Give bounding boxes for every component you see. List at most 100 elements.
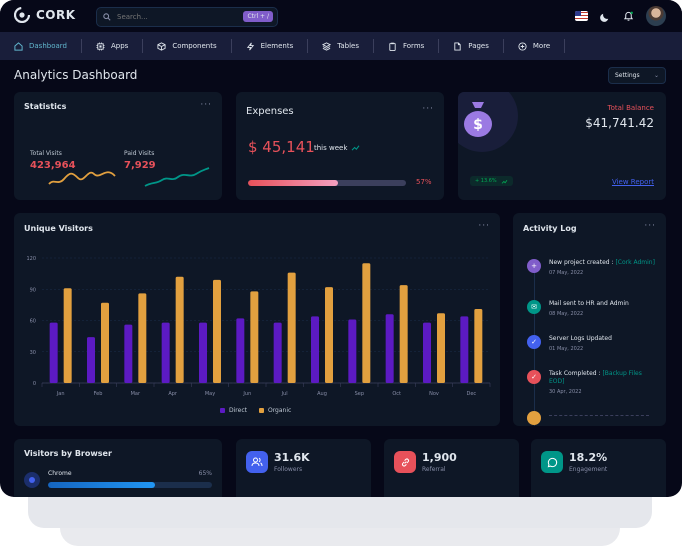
bar-organic-dec xyxy=(474,309,483,383)
followers-card: 31.6K Followers xyxy=(236,439,371,497)
activity-date: 07 May, 2022 xyxy=(549,270,584,276)
more-options-icon[interactable]: ··· xyxy=(422,104,434,114)
settings-label: Settings xyxy=(615,72,640,79)
total-visits-label: Total Visits xyxy=(30,150,62,157)
bar-direct-apr xyxy=(161,322,170,383)
y-tick-label: 90 xyxy=(30,287,36,293)
activity-highlight: [Cork Admin] xyxy=(615,259,655,266)
nav-item-label: More xyxy=(532,42,551,50)
x-tick-label: Sep xyxy=(355,391,364,397)
activity-title-truncated xyxy=(549,415,649,417)
nav-item-dashboard[interactable]: Dashboard xyxy=(0,39,82,53)
bar-organic-apr xyxy=(175,276,184,383)
activity-title: New project created : xyxy=(549,259,614,266)
activity-date: 30 Apr, 2022 xyxy=(549,389,582,395)
users-icon xyxy=(246,451,268,473)
cpu-icon xyxy=(96,41,105,51)
x-tick-label: Jan xyxy=(56,391,65,397)
bar-direct-feb xyxy=(87,337,95,383)
check-icon: ✓ xyxy=(527,370,541,384)
unique-visitors-chart: 0 30 60 90 120 Jan Feb Mar Apr May Jun Jul Aug Sep Oct… xyxy=(26,256,491,397)
nav-item-tables[interactable]: Tables xyxy=(308,39,374,53)
search-icon xyxy=(103,13,111,21)
legend-item-organic[interactable]: Organic xyxy=(258,407,292,414)
link-icon xyxy=(394,451,416,473)
x-tick-label: Nov xyxy=(429,391,439,397)
bar-direct-mar xyxy=(124,324,133,383)
nav-item-pages[interactable]: Pages xyxy=(439,39,504,53)
x-tick-label: Apr xyxy=(168,391,178,397)
settings-dropdown[interactable]: Settings ⌄ xyxy=(608,67,666,84)
bar-direct-jan xyxy=(49,322,58,383)
x-tick-label: Oct xyxy=(392,391,401,397)
bar-organic-jul xyxy=(287,272,296,383)
mail-icon: ✉ xyxy=(527,300,541,314)
referral-label: Referral xyxy=(422,466,446,473)
search-box[interactable]: Ctrl + / xyxy=(96,7,278,27)
browser-progress-track xyxy=(48,482,212,488)
legend-item-direct[interactable]: Direct xyxy=(220,407,247,414)
top-bar: CORK Ctrl + / xyxy=(0,0,682,32)
total-visits-sparkline xyxy=(48,171,116,185)
clipboard-icon xyxy=(389,42,396,51)
expenses-progress-label: 57% xyxy=(416,178,432,186)
app-name: CORK xyxy=(36,8,76,22)
dark-mode-moon-icon[interactable] xyxy=(600,11,611,22)
y-tick-label: 120 xyxy=(26,256,36,262)
x-tick-label: May xyxy=(205,391,215,397)
trending-up-icon xyxy=(501,179,507,184)
card-title: Activity Log xyxy=(523,224,577,233)
referral-card: 1,900 Referral xyxy=(384,439,519,497)
nav-item-elements[interactable]: Elements xyxy=(232,39,309,53)
referral-value: 1,900 xyxy=(422,451,457,464)
bar-organic-mar xyxy=(138,293,147,383)
svg-text:$: $ xyxy=(473,117,483,133)
top-right-actions xyxy=(575,6,666,26)
nav-item-label: Pages xyxy=(468,42,489,50)
activity-title: Task Completed : xyxy=(549,370,601,377)
engagement-label: Engagement xyxy=(569,466,608,473)
bar-direct-sep xyxy=(348,319,357,383)
y-tick-label: 60 xyxy=(30,319,36,325)
x-tick-label: Dec xyxy=(466,391,476,397)
x-tick-label: Mar xyxy=(131,391,141,397)
y-tick-label: 30 xyxy=(30,350,36,356)
visitors-by-browser-card: Visitors by Browser Chrome 65% xyxy=(14,439,222,497)
logo[interactable]: CORK xyxy=(14,7,76,23)
card-title: Visitors by Browser xyxy=(24,449,112,458)
nav-item-apps[interactable]: Apps xyxy=(82,39,144,53)
bar-direct-oct xyxy=(385,314,394,383)
expenses-card: Expenses ··· $ 45,141 this week 57% xyxy=(236,92,444,200)
expenses-period: this week xyxy=(314,144,348,152)
search-input[interactable] xyxy=(115,12,239,22)
x-tick-label: Jun xyxy=(242,391,251,397)
chevron-down-icon: ⌄ xyxy=(653,72,659,79)
timeline-dot-icon xyxy=(527,411,541,425)
language-flag-icon[interactable] xyxy=(575,11,588,21)
more-options-icon[interactable]: ··· xyxy=(200,100,212,110)
more-options-icon[interactable]: ··· xyxy=(644,221,656,231)
view-report-link[interactable]: View Report xyxy=(612,178,654,186)
engagement-card: 18.2% Engagement xyxy=(531,439,666,497)
user-avatar[interactable] xyxy=(646,6,666,26)
nav-item-more[interactable]: More xyxy=(504,39,566,53)
bar-direct-jul xyxy=(273,322,282,383)
bar-organic-jan xyxy=(63,288,72,383)
plus-icon: + xyxy=(527,259,541,273)
legend-label: Organic xyxy=(267,407,292,414)
notification-bell-icon[interactable] xyxy=(623,11,634,22)
unique-visitors-card: Unique Visitors ··· 0 30 60 90 120 Jan Feb Mar A… xyxy=(14,213,500,426)
balance-card: $ Total Balance $41,741.42 + 13.6% View … xyxy=(458,92,666,200)
nav-item-forms[interactable]: Forms xyxy=(374,39,440,53)
nav-item-label: Tables xyxy=(337,42,359,50)
bar-organic-sep xyxy=(362,263,371,383)
box-icon xyxy=(157,41,166,51)
bar-direct-may xyxy=(199,322,207,383)
bar-direct-nov xyxy=(423,322,431,383)
x-tick-label: Feb xyxy=(94,391,103,397)
x-tick-label: Aug xyxy=(317,391,327,397)
y-tick-label: 0 xyxy=(33,381,36,387)
nav-item-label: Elements xyxy=(260,42,294,50)
nav-item-components[interactable]: Components xyxy=(143,39,232,53)
activity-title: Mail sent to HR and Admin xyxy=(549,300,629,307)
